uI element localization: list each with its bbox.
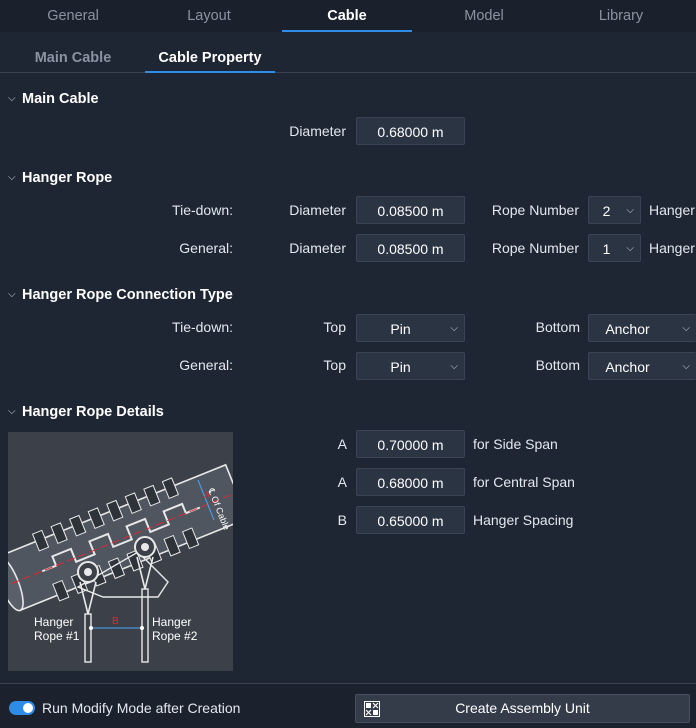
tie-down-hanger-label: Hanger [649, 202, 695, 218]
rope2-label-line2: Rope #2 [152, 629, 198, 643]
tie-down-diameter-label: Diameter [289, 202, 346, 218]
top-tab-bar: General Layout Cable Model Library [0, 0, 696, 32]
chevron-down-icon: ⌵ [8, 289, 16, 301]
chevron-down-icon: ⌵ [626, 243, 634, 254]
conn-general-bottom-label: Bottom [535, 357, 580, 373]
run-modify-label: Run Modify Mode after Creation [42, 700, 241, 716]
chevron-down-icon: ⌵ [8, 93, 16, 105]
subtab-cable-property-label: Cable Property [158, 50, 262, 66]
detail-a-central-input[interactable]: 0.68000 m [356, 468, 465, 496]
tie-down-rope-number-value: 2 [602, 203, 611, 219]
dimension-b-label: B [112, 616, 119, 627]
conn-general-bottom-value: Anchor [605, 359, 650, 375]
create-assembly-unit-button[interactable]: Create Assembly Unit [355, 694, 690, 723]
footer-bar: Run Modify Mode after Creation Create As… [0, 683, 696, 728]
chevron-down-icon: ⌵ [626, 205, 634, 216]
conn-tie-down-top-select[interactable]: Pin ⌵ [356, 314, 465, 342]
active-subtab-underline [145, 71, 275, 73]
detail-a-central-symbol: A [337, 474, 347, 490]
section-connection-type-title: Hanger Rope Connection Type [22, 287, 233, 303]
tab-cable-label: Cable [327, 8, 367, 24]
conn-tie-down-label: Tie-down: [172, 319, 233, 335]
tab-layout[interactable]: Layout [142, 0, 276, 30]
detail-a-side-description: for Side Span [473, 436, 558, 452]
section-hanger-rope[interactable]: ⌵ Hanger Rope [8, 168, 112, 188]
tie-down-rope-number-select[interactable]: 2 ⌵ [588, 196, 641, 224]
tab-general[interactable]: General [4, 0, 142, 30]
detail-b-description: Hanger Spacing [473, 512, 574, 528]
general-diameter-input[interactable]: 0.08500 m [356, 234, 465, 262]
conn-tie-down-top-label: Top [323, 319, 346, 335]
chevron-down-icon: ⌵ [450, 361, 458, 372]
section-main-cable-title: Main Cable [22, 91, 99, 107]
tab-library[interactable]: Library [552, 0, 690, 30]
general-hanger-label: Hanger [649, 240, 695, 256]
chevron-down-icon: ⌵ [8, 406, 16, 418]
run-modify-toggle[interactable] [9, 701, 35, 715]
rope2-label-line1: Hanger [152, 615, 191, 629]
tie-down-diameter-input[interactable]: 0.08500 m [356, 196, 465, 224]
main-cable-diameter-label: Diameter [289, 123, 346, 139]
cable-band-drawing: ℄ Of Cable A B Hanger Rope #1 Hanger Rop… [8, 463, 233, 663]
conn-tie-down-bottom-value: Anchor [605, 321, 650, 337]
detail-a-central-description: for Central Span [473, 474, 575, 490]
conn-general-top-value: Pin [390, 359, 411, 375]
tab-layout-label: Layout [187, 8, 231, 24]
section-hanger-rope-title: Hanger Rope [22, 170, 113, 186]
conn-tie-down-bottom-select[interactable]: Anchor ⌵ [588, 314, 696, 342]
tab-library-label: Library [598, 8, 644, 24]
section-rope-details-title: Hanger Rope Details [22, 404, 164, 420]
dimension-a-label: A [204, 490, 210, 500]
general-diameter-label: Diameter [289, 240, 346, 256]
conn-general-label: General: [179, 357, 233, 373]
conn-tie-down-bottom-label: Bottom [535, 319, 580, 335]
conn-tie-down-top-value: Pin [390, 321, 411, 337]
hanger-rope-diagram: ℄ Of Cable A B Hanger Rope #1 Hanger Rop… [8, 432, 233, 671]
subtab-cable-property[interactable]: Cable Property [145, 38, 275, 73]
chevron-down-icon: ⌵ [8, 172, 16, 184]
rope1-label-line1: Hanger [34, 615, 73, 629]
tie-down-label: Tie-down: [172, 202, 233, 218]
chevron-down-icon: ⌵ [682, 361, 690, 372]
tie-down-rope-number-label: Rope Number [491, 202, 579, 218]
sub-tab-bar: Main Cable Cable Property [0, 38, 696, 73]
conn-general-bottom-select[interactable]: Anchor ⌵ [588, 352, 696, 380]
section-rope-details[interactable]: ⌵ Hanger Rope Details [8, 402, 164, 422]
toggle-knob [23, 703, 33, 713]
section-connection-type[interactable]: ⌵ Hanger Rope Connection Type [8, 285, 233, 305]
create-assembly-unit-label: Create Assembly Unit [455, 700, 590, 716]
main-cable-diameter-input[interactable]: 0.68000 m [356, 117, 465, 145]
general-rope-number-label: Rope Number [491, 240, 579, 256]
chevron-down-icon: ⌵ [450, 323, 458, 334]
detail-b-symbol: B [337, 512, 347, 528]
general-rope-number-select[interactable]: 1 ⌵ [588, 234, 641, 262]
tab-cable[interactable]: Cable [282, 0, 412, 32]
active-tab-underline [282, 30, 412, 32]
chevron-down-icon: ⌵ [682, 323, 690, 334]
detail-b-input[interactable]: 0.65000 m [356, 506, 465, 534]
subtab-main-cable-label: Main Cable [34, 50, 112, 66]
general-rope-number-value: 1 [602, 241, 611, 257]
general-label: General: [179, 240, 233, 256]
tab-general-label: General [47, 8, 99, 24]
conn-general-top-label: Top [323, 357, 346, 373]
tab-model[interactable]: Model [418, 0, 550, 30]
rope1-label-line2: Rope #1 [34, 629, 80, 643]
tab-model-label: Model [464, 8, 504, 24]
subtab-main-cable[interactable]: Main Cable [4, 38, 142, 72]
section-main-cable[interactable]: ⌵ Main Cable [8, 89, 99, 109]
detail-a-side-symbol: A [337, 436, 347, 452]
conn-general-top-select[interactable]: Pin ⌵ [356, 352, 465, 380]
detail-a-side-input[interactable]: 0.70000 m [356, 430, 465, 458]
